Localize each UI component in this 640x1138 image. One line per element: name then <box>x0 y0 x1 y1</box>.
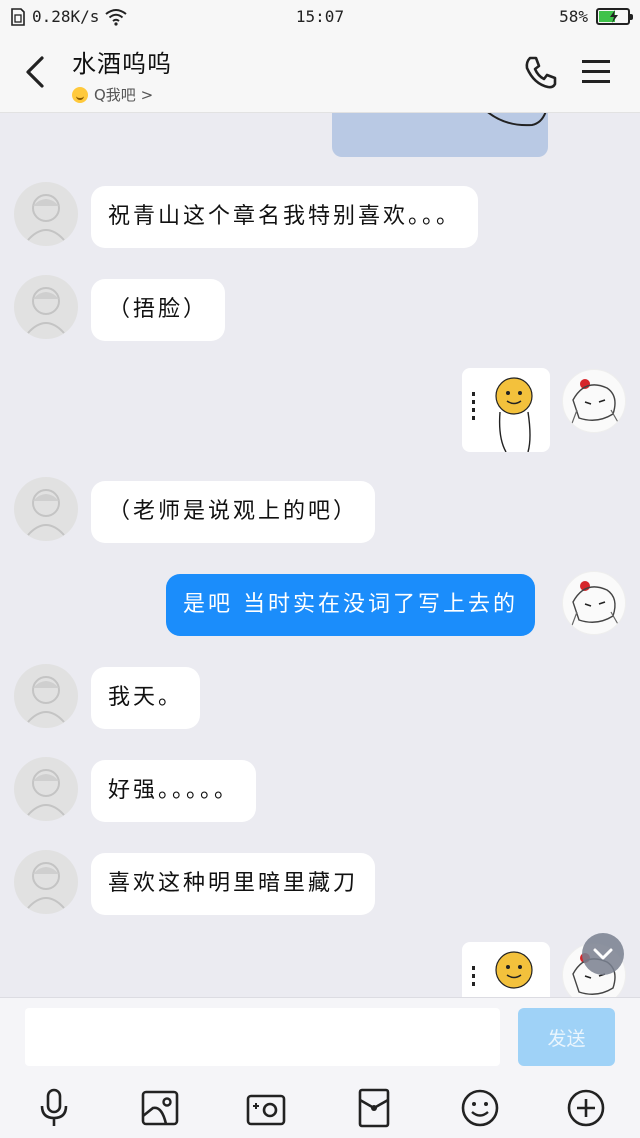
contact-avatar[interactable] <box>14 757 78 821</box>
battery-percent: 58% <box>559 7 588 26</box>
anime-avatar-icon <box>570 379 620 427</box>
image-icon <box>141 1090 179 1126</box>
message-bubble-incoming[interactable]: 我天。 <box>91 667 201 729</box>
smile-status-icon <box>72 86 88 103</box>
contact-info[interactable]: 水酒呜呜 Q我吧 > <box>72 44 172 105</box>
message-bubble-incoming[interactable]: 好强。。。。。 <box>91 760 257 822</box>
chevron-left-icon <box>26 56 44 88</box>
avatar-placeholder-icon <box>27 769 65 816</box>
red-envelope-button[interactable] <box>352 1086 396 1130</box>
camera-icon <box>246 1094 286 1126</box>
emoji-button[interactable] <box>458 1086 502 1130</box>
message-bubble-incoming[interactable]: （捂脸） <box>91 279 226 341</box>
image-content <box>487 113 547 127</box>
emoji-icon <box>461 1089 499 1127</box>
contact-avatar[interactable] <box>14 477 78 541</box>
input-area: 发送 <box>0 997 640 1138</box>
chat-header: 水酒呜呜 Q我吧 > <box>0 34 640 113</box>
back-button[interactable] <box>18 50 54 94</box>
input-toolbar <box>0 1086 640 1130</box>
plus-icon <box>567 1089 605 1127</box>
sticker-message[interactable] <box>462 368 550 452</box>
contact-avatar[interactable] <box>14 850 78 914</box>
clock: 15:07 <box>295 7 345 26</box>
message-bubble-outgoing[interactable]: 是吧 当时实在没词了写上去的 <box>166 574 535 636</box>
camera-button[interactable] <box>244 1086 288 1130</box>
my-avatar[interactable] <box>562 571 626 635</box>
contact-avatar[interactable] <box>14 275 78 339</box>
voice-button[interactable] <box>32 1086 76 1130</box>
phone-icon <box>525 56 557 89</box>
smiley-sticker-icon <box>472 377 533 452</box>
contact-subtitle-text: Q我吧 > <box>94 86 154 104</box>
avatar-placeholder-icon <box>27 489 65 536</box>
more-button[interactable] <box>564 1086 608 1130</box>
my-avatar[interactable] <box>562 369 626 433</box>
message-bubble-incoming[interactable]: （老师是说观上的吧） <box>91 481 376 543</box>
contact-avatar[interactable] <box>14 664 78 728</box>
image-button[interactable] <box>138 1086 182 1130</box>
hamburger-menu-icon <box>582 60 610 83</box>
contact-subtitle[interactable]: Q我吧 > <box>72 84 172 105</box>
avatar-placeholder-icon <box>27 287 65 334</box>
message-bubble-incoming[interactable]: 祝青山这个章名我特别喜欢。。。 <box>91 186 479 248</box>
avatar-placeholder-icon <box>27 676 65 723</box>
microphone-icon <box>40 1088 68 1126</box>
avatar-placeholder-icon <box>27 862 65 909</box>
chevron-down-icon <box>593 948 613 960</box>
smiley-sticker-icon <box>472 951 533 989</box>
message-bubble-incoming[interactable]: 喜欢这种明里暗里藏刀 <box>91 853 376 915</box>
chat-area[interactable]: 祝青山这个章名我特别喜欢。。。 （捂脸） （老师是说观上的吧） 是吧 当时实在没… <box>0 113 640 997</box>
image-message[interactable] <box>332 113 548 157</box>
red-envelope-icon <box>358 1088 390 1128</box>
message-input[interactable] <box>25 1008 500 1066</box>
send-button[interactable]: 发送 <box>518 1008 615 1066</box>
contact-name: 水酒呜呜 <box>72 50 172 78</box>
battery-icon <box>596 8 633 25</box>
scroll-to-bottom-button[interactable] <box>582 933 624 975</box>
anime-avatar-icon <box>570 581 620 629</box>
avatar-placeholder-icon <box>27 194 65 241</box>
sticker-message[interactable] <box>462 942 550 997</box>
charging-bolt-icon <box>610 10 618 23</box>
call-button[interactable] <box>520 52 560 92</box>
contact-avatar[interactable] <box>14 182 78 246</box>
menu-button[interactable] <box>578 54 614 90</box>
status-bar: 0.28K/s 15:07 58% <box>0 0 640 34</box>
